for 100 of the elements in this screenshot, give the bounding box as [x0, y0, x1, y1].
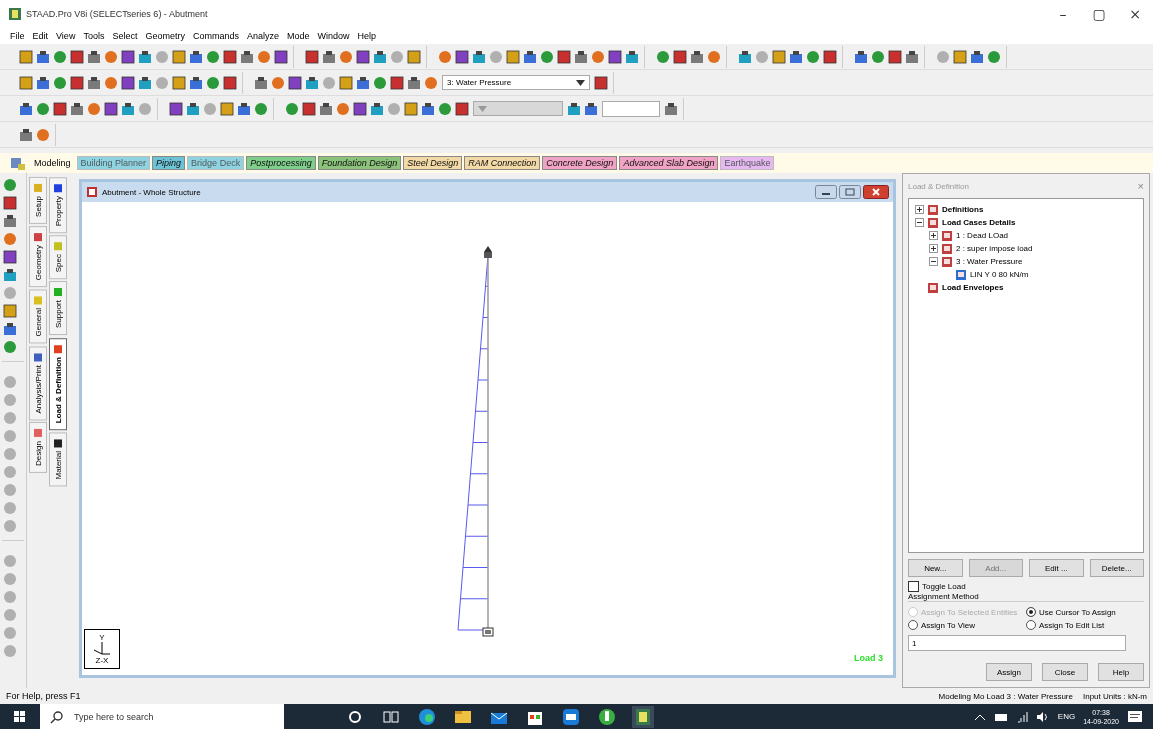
- page-tab[interactable]: Setup: [29, 177, 47, 224]
- tool-icon[interactable]: [689, 48, 705, 65]
- menu-item[interactable]: Geometry: [145, 31, 185, 41]
- menu-item[interactable]: Window: [317, 31, 350, 41]
- tool-icon[interactable]: [355, 74, 371, 91]
- tool-icon[interactable]: [952, 48, 968, 65]
- tool-icon[interactable]: [236, 100, 252, 117]
- page-tab[interactable]: Spec: [49, 235, 67, 280]
- menu-item[interactable]: Tools: [83, 31, 105, 41]
- collapse-icon[interactable]: [915, 218, 924, 227]
- module-tab[interactable]: Piping: [152, 156, 186, 170]
- tool-icon[interactable]: [35, 48, 51, 65]
- tool-icon[interactable]: [188, 48, 204, 65]
- tool-icon[interactable]: [219, 100, 235, 117]
- tool-icon[interactable]: [2, 321, 18, 337]
- page-tab[interactable]: Analysis/Print: [29, 345, 47, 420]
- minimize-icon[interactable]: [815, 185, 837, 199]
- tool-icon[interactable]: [969, 48, 985, 65]
- tool-icon[interactable]: [454, 100, 470, 117]
- checkbox[interactable]: [908, 581, 919, 592]
- tool-icon[interactable]: [69, 48, 85, 65]
- tool-icon[interactable]: [887, 48, 903, 65]
- radio-button[interactable]: [1026, 607, 1036, 617]
- tool-icon[interactable]: [338, 74, 354, 91]
- tree-item[interactable]: Load Cases Details: [942, 218, 1016, 227]
- tool-icon[interactable]: [522, 48, 538, 65]
- menu-item[interactable]: View: [56, 31, 76, 41]
- tool-icon[interactable]: [318, 100, 334, 117]
- tool-icon[interactable]: [222, 74, 238, 91]
- tool-icon[interactable]: [273, 48, 289, 65]
- panel-button[interactable]: Delete...: [1089, 559, 1144, 577]
- collapse-icon[interactable]: [929, 257, 938, 266]
- tree-item[interactable]: LIN Y 0 80 kN/m: [970, 270, 1029, 279]
- tool-icon[interactable]: [222, 48, 238, 65]
- menu-item[interactable]: Mode: [287, 31, 310, 41]
- page-tab[interactable]: Material: [49, 431, 67, 487]
- tool-icon[interactable]: [771, 48, 787, 65]
- value-field[interactable]: [602, 100, 660, 117]
- tool-icon[interactable]: [607, 48, 623, 65]
- tool-icon[interactable]: [304, 74, 320, 91]
- tool-icon[interactable]: [624, 48, 640, 65]
- expand-icon[interactable]: [929, 231, 938, 240]
- tool-icon[interactable]: [853, 48, 869, 65]
- tool-icon[interactable]: [822, 48, 838, 65]
- tool-icon[interactable]: [355, 48, 371, 65]
- app-icon[interactable]: [632, 705, 654, 728]
- page-tab[interactable]: Property: [49, 177, 67, 234]
- network-icon[interactable]: [1015, 710, 1028, 723]
- tool-icon[interactable]: [389, 74, 405, 91]
- module-tab[interactable]: Postprocessing: [246, 156, 316, 170]
- tool-icon[interactable]: [904, 48, 920, 65]
- tree-item[interactable]: 2 : super impose load: [956, 244, 1033, 253]
- tool-icon[interactable]: [168, 100, 184, 117]
- page-tab[interactable]: General: [29, 289, 47, 344]
- tool-icon[interactable]: [566, 100, 582, 117]
- tool-icon[interactable]: [2, 267, 18, 283]
- tool-icon[interactable]: [137, 48, 153, 65]
- close-icon[interactable]: [863, 185, 889, 199]
- menu-item[interactable]: Help: [357, 31, 377, 41]
- tool-icon[interactable]: [663, 100, 679, 117]
- tool-icon[interactable]: [505, 48, 521, 65]
- tool-icon[interactable]: [171, 48, 187, 65]
- tool-icon[interactable]: [52, 100, 68, 117]
- tool-icon[interactable]: [86, 74, 102, 91]
- tool-icon[interactable]: [18, 100, 34, 117]
- tool-icon[interactable]: [672, 48, 688, 65]
- menu-item[interactable]: Commands: [192, 31, 239, 41]
- tool-icon[interactable]: [253, 74, 269, 91]
- tool-icon[interactable]: [35, 74, 51, 91]
- tool-icon[interactable]: [403, 100, 419, 117]
- tool-icon[interactable]: [2, 303, 18, 319]
- tool-icon[interactable]: [471, 48, 487, 65]
- tool-icon[interactable]: [86, 48, 102, 65]
- page-tab[interactable]: Design: [29, 421, 47, 473]
- tool-icon[interactable]: [103, 100, 119, 117]
- tool-icon[interactable]: [2, 249, 18, 265]
- tool-icon[interactable]: [188, 74, 204, 91]
- panel-button[interactable]: Edit ...: [1029, 559, 1084, 577]
- tool-icon[interactable]: [583, 100, 599, 117]
- language-indicator[interactable]: ENG: [1057, 712, 1076, 721]
- edit-list-field[interactable]: 1: [908, 635, 1126, 651]
- tree-item[interactable]: Definitions: [942, 205, 984, 214]
- load-case-dropdown[interactable]: 3: Water Pressure: [442, 75, 590, 90]
- tool-icon[interactable]: [737, 48, 753, 65]
- tool-icon[interactable]: [137, 74, 153, 91]
- panel-button[interactable]: Assign: [986, 663, 1032, 681]
- module-tab[interactable]: RAM Connection: [464, 156, 541, 170]
- tool-icon[interactable]: [239, 48, 255, 65]
- menu-item[interactable]: Select: [112, 31, 138, 41]
- tool-icon[interactable]: [573, 48, 589, 65]
- tool-icon[interactable]: [593, 74, 609, 91]
- search-field[interactable]: Type here to search: [40, 704, 284, 729]
- tool-icon[interactable]: [69, 74, 85, 91]
- tool-icon[interactable]: [120, 100, 136, 117]
- tool-icon[interactable]: [454, 48, 470, 65]
- tool-icon[interactable]: [287, 74, 303, 91]
- tool-icon[interactable]: [18, 48, 34, 65]
- tool-icon[interactable]: [788, 48, 804, 65]
- tree-item[interactable]: 3 : Water Pressure: [956, 257, 1023, 266]
- tool-icon[interactable]: [2, 213, 18, 229]
